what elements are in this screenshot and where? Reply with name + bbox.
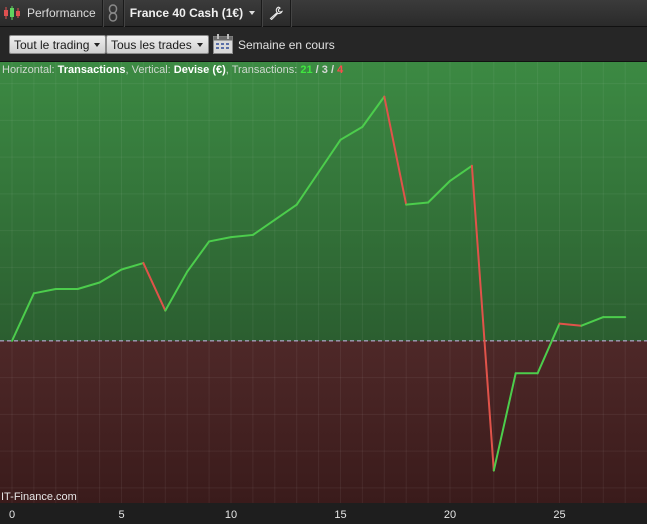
chevron-down-icon xyxy=(94,42,101,47)
winning-trades-count: 21 xyxy=(300,64,313,76)
candlestick-icon xyxy=(3,5,23,21)
link-button[interactable] xyxy=(103,0,124,27)
x-axis-strip xyxy=(0,503,647,524)
instrument-label: France 40 Cash (1€) xyxy=(129,6,244,20)
transactions-prefix: , Transactions: xyxy=(225,64,301,76)
negative-zone xyxy=(0,340,647,503)
separator: / xyxy=(327,64,338,76)
trade-scope-value: Tout le trading xyxy=(14,37,90,52)
toolbar: Tout le trading Tous les trades Semaine … xyxy=(0,27,647,62)
x-tick-label: 5 xyxy=(118,509,124,521)
chain-link-icon xyxy=(107,4,119,22)
x-tick-label: 10 xyxy=(225,509,237,521)
performance-label: Performance xyxy=(27,6,96,20)
vertical-prefix: , Vertical: xyxy=(125,64,174,76)
instrument-selector[interactable]: France 40 Cash (1€) xyxy=(124,0,263,27)
equity-curve-chart: 0 5 10 15 20 25 xyxy=(0,62,647,524)
period-label[interactable]: Semaine en cours xyxy=(238,38,335,52)
horizontal-prefix: Horizontal: xyxy=(2,64,58,76)
settings-button[interactable] xyxy=(262,0,292,27)
positive-zone xyxy=(0,62,647,341)
title-bar: Performance France 40 Cash (1€) xyxy=(0,0,647,27)
horizontal-axis-value: Transactions xyxy=(57,64,126,76)
chevron-down-icon xyxy=(249,11,256,15)
wrench-icon xyxy=(269,6,284,21)
x-tick-label: 20 xyxy=(444,509,456,521)
chart-info-line: Horizontal: Transactions, Vertical: Devi… xyxy=(2,64,343,76)
losing-trades-count: 4 xyxy=(337,64,344,76)
vertical-axis-value: Devise (€) xyxy=(173,64,226,76)
brand-watermark: IT-Finance.com xyxy=(1,491,77,503)
trade-scope-dropdown[interactable]: Tout le trading xyxy=(9,35,107,54)
x-tick-label: 25 xyxy=(553,509,565,521)
x-tick-label: 15 xyxy=(334,509,346,521)
separator: / xyxy=(312,64,322,76)
chevron-down-icon xyxy=(196,42,203,47)
calendar-icon[interactable] xyxy=(212,33,234,55)
trade-filter-value: Tous les trades xyxy=(111,37,192,52)
trade-filter-dropdown[interactable]: Tous les trades xyxy=(106,35,209,54)
x-tick-label: 0 xyxy=(9,509,15,521)
performance-tab[interactable]: Performance xyxy=(0,0,103,27)
